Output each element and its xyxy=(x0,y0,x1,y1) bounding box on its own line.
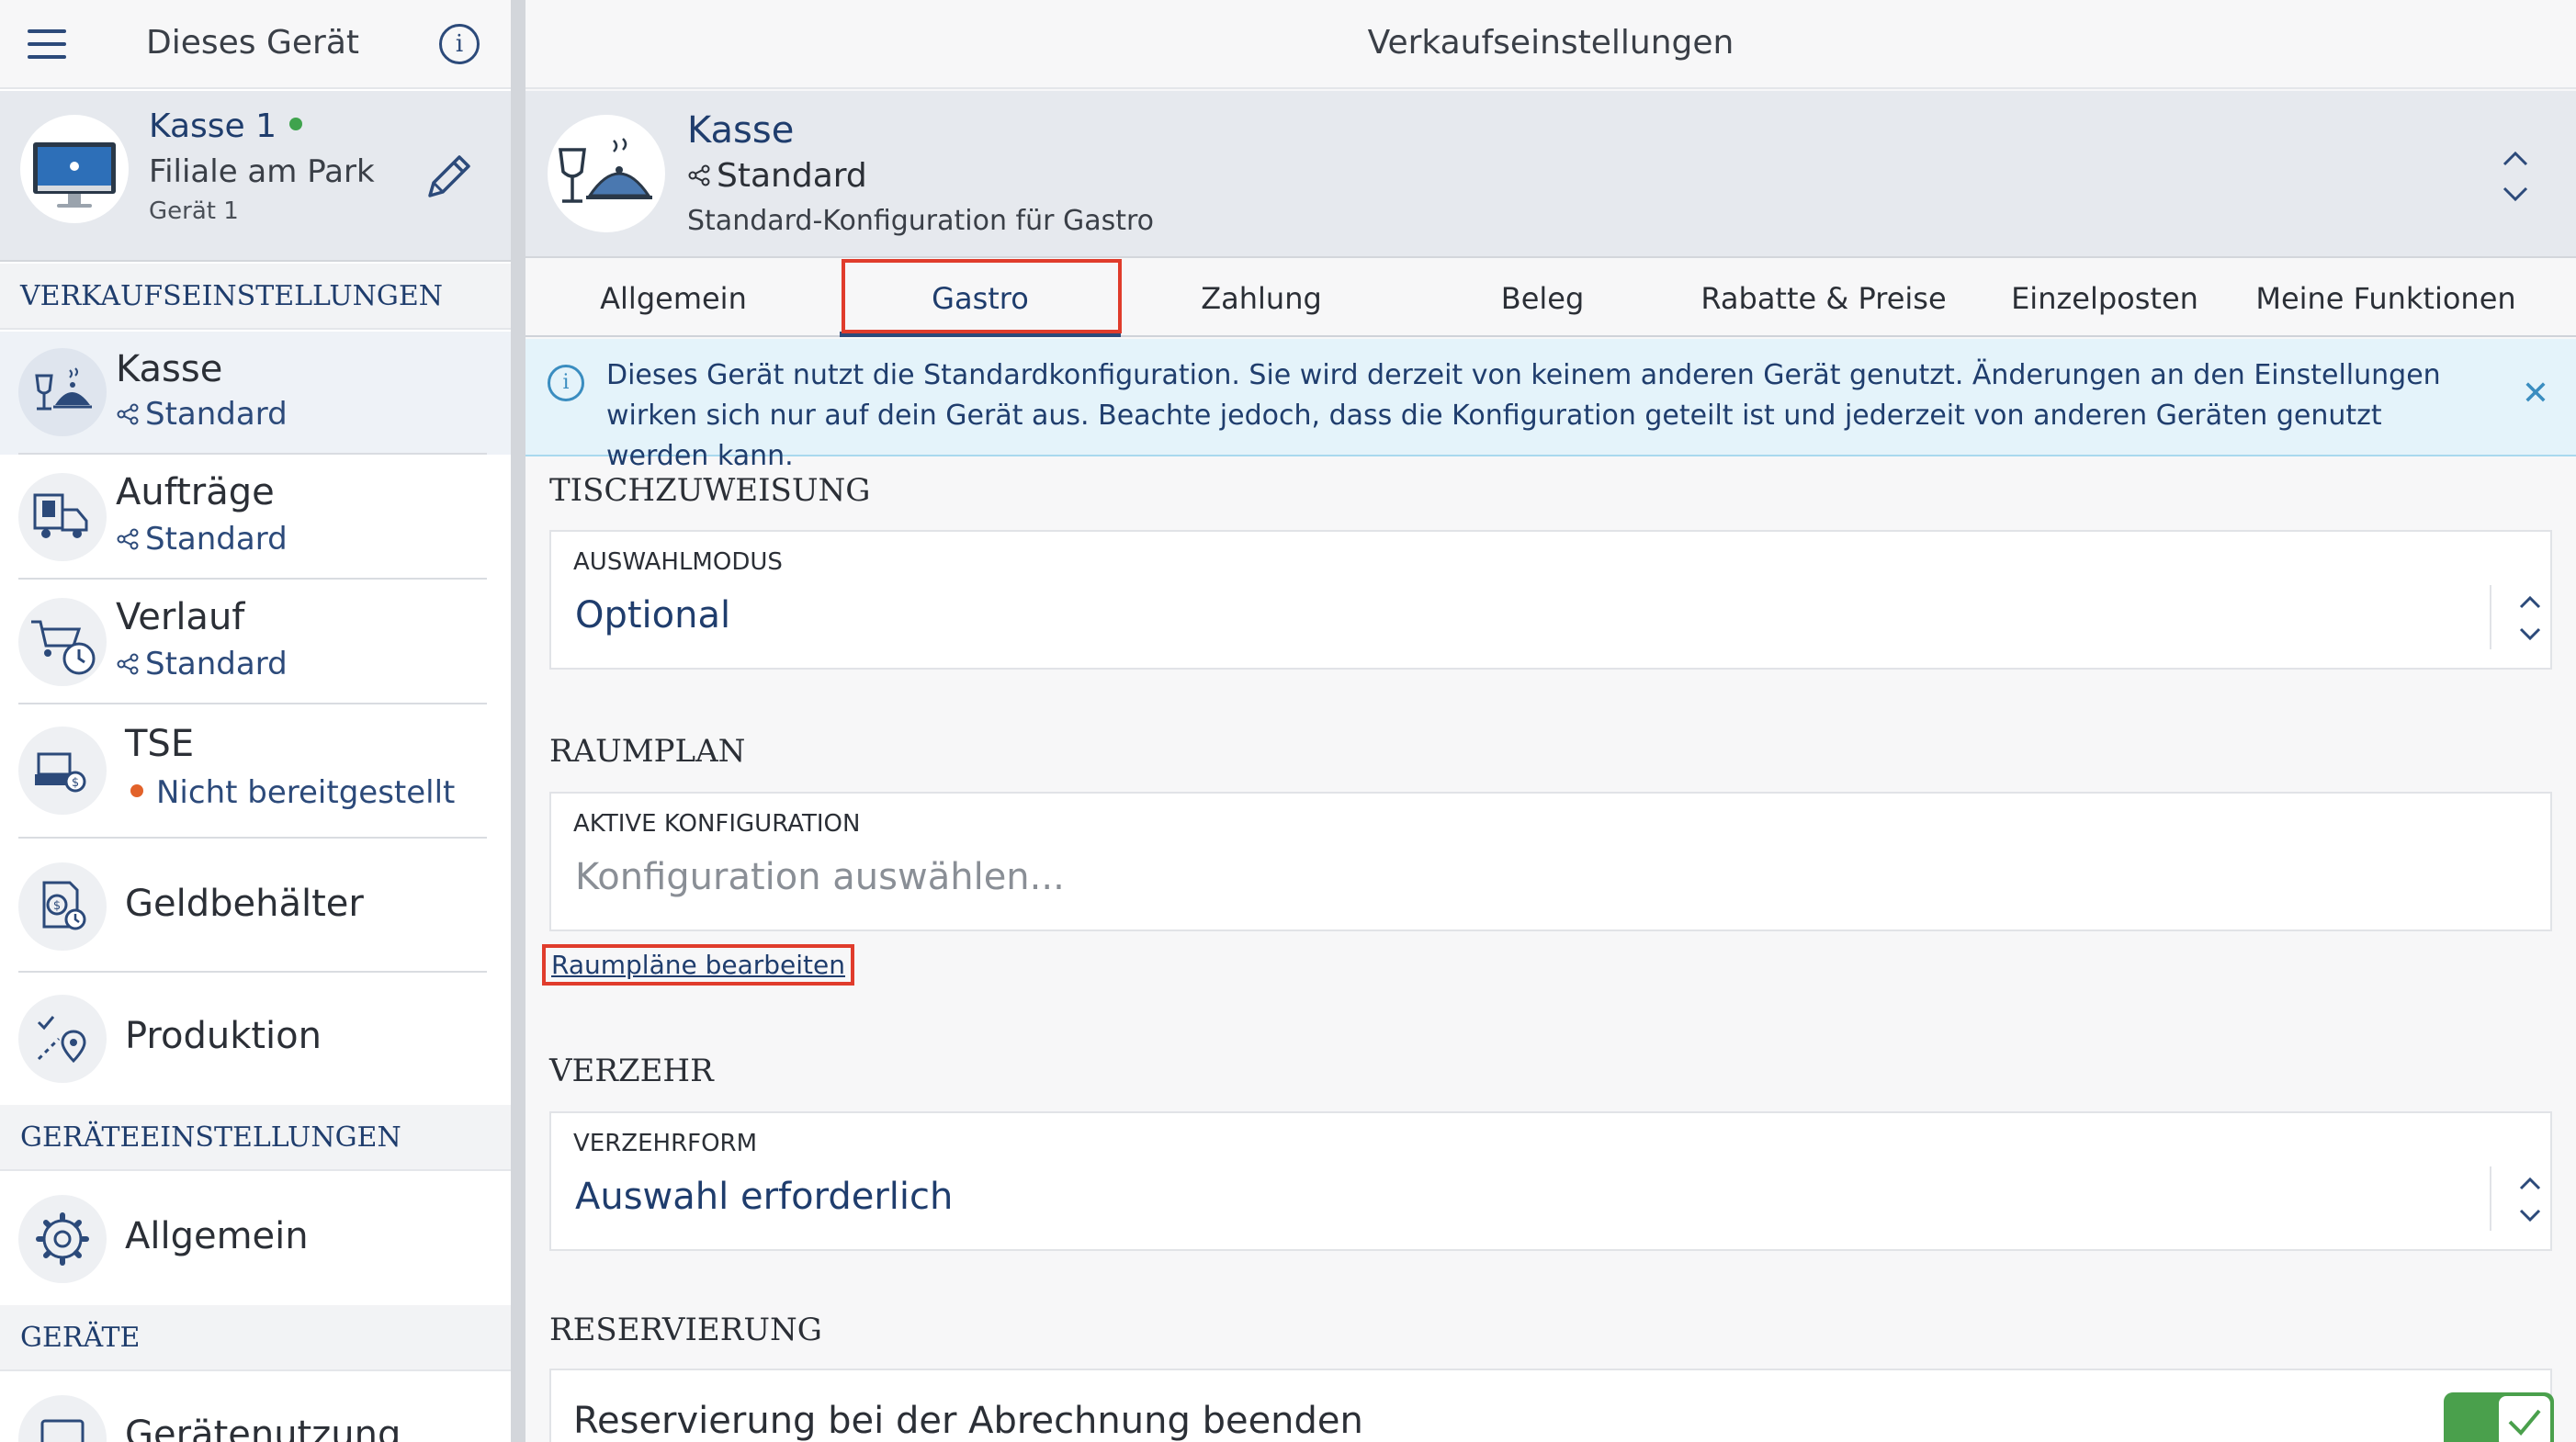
settings-tabs: Allgemein Gastro Zahlung Beleg Rabatte &… xyxy=(525,260,2576,337)
sidebar-item-geraetenutzung[interactable]: Gerätenutzung xyxy=(0,1373,511,1442)
reservation-toggle-row: Reservierung bei der Abrechnung beenden xyxy=(549,1369,2554,1442)
section-devices: GERÄTE xyxy=(0,1305,511,1371)
sidebar-item-label: Geldbehälter xyxy=(125,883,364,925)
sidebar-item-sublabel: Standard xyxy=(116,521,288,558)
info-icon[interactable]: i xyxy=(439,24,480,64)
sidebar-item-verlauf[interactable]: Verlauf Standard xyxy=(0,580,511,704)
sidebar-item-produktion[interactable]: Produktion xyxy=(0,973,511,1105)
sidebar-item-label: Verlauf xyxy=(116,596,245,638)
group-title-table: TISCHZUWEISUNG xyxy=(549,472,871,509)
group-title-floorplan: RAUMPLAN xyxy=(549,733,746,770)
warning-status-dot xyxy=(130,783,143,797)
chevron-up-down-icon xyxy=(2515,1172,2545,1227)
sidebar-item-label: Gerätenutzung xyxy=(125,1414,401,1442)
config-description: Standard-Konfiguration für Gastro xyxy=(687,205,1155,237)
field-value: Optional xyxy=(575,594,731,637)
gastro-cloche-icon xyxy=(548,115,665,232)
share-icon xyxy=(117,528,139,549)
active-configuration-select[interactable]: AKTIVE KONFIGURATION Konfiguration auswä… xyxy=(549,792,2552,931)
share-icon xyxy=(688,164,710,186)
sidebar-item-geldbehaelter[interactable]: $ Geldbehälter xyxy=(0,839,511,973)
field-label: AUSWAHLMODUS xyxy=(573,548,783,576)
device-usage-icon xyxy=(18,1395,107,1442)
sidebar-item-label: Allgemein xyxy=(125,1215,309,1257)
sidebar: Dieses Gerät i Kasse 1 Filiale am Park G… xyxy=(0,0,511,1442)
share-icon xyxy=(117,403,139,424)
sidebar-item-sublabel: Standard xyxy=(116,646,288,682)
edit-floorplans-link[interactable]: Raumpläne bearbeiten xyxy=(542,944,855,986)
tab-meine-funktionen[interactable]: Meine Funktionen xyxy=(2245,260,2526,337)
sidebar-item-label: Kasse xyxy=(116,348,223,390)
end-reservation-toggle[interactable] xyxy=(2444,1392,2554,1442)
sidebar-item-sublabel: Standard xyxy=(116,396,288,433)
desktop-computer-icon xyxy=(20,115,129,223)
device-name: Kasse 1 xyxy=(149,107,303,145)
close-icon[interactable]: ✕ xyxy=(2517,376,2554,412)
device-card[interactable]: Kasse 1 Filiale am Park Gerät 1 xyxy=(0,91,511,262)
config-header[interactable]: Kasse Standard Standard-Konfiguration fü… xyxy=(525,91,2576,258)
info-icon: i xyxy=(548,365,584,401)
main-topbar: Verkaufseinstellungen xyxy=(525,0,2576,89)
svg-text:$: $ xyxy=(53,899,61,913)
chevron-up-down-icon xyxy=(2515,591,2545,646)
main-panel: Verkaufseinstellungen Kasse Standard Sta… xyxy=(525,0,2576,1442)
sidebar-item-label: Produktion xyxy=(125,1015,322,1057)
chevron-up-down-icon[interactable] xyxy=(2497,144,2534,208)
section-sales-settings: VERKAUFSEINSTELLUNGEN xyxy=(0,264,511,330)
page-title: Verkaufseinstellungen xyxy=(1367,24,1734,62)
field-label: VERZEHRFORM xyxy=(573,1130,758,1157)
field-value: Auswahl erforderlich xyxy=(575,1176,954,1218)
info-notice: i Dieses Gerät nutzt die Standardkonfigu… xyxy=(525,339,2576,472)
group-title-reservation: RESERVIERUNG xyxy=(549,1312,822,1348)
production-route-icon xyxy=(18,995,107,1083)
device-number: Gerät 1 xyxy=(149,197,239,225)
sidebar-item-auftraege[interactable]: Aufträge Standard xyxy=(0,455,511,580)
sidebar-item-allgemein[interactable]: Allgemein xyxy=(0,1173,511,1305)
tab-beleg[interactable]: Beleg xyxy=(1402,260,1683,337)
cart-history-icon xyxy=(18,598,107,686)
edit-icon[interactable] xyxy=(417,144,481,208)
config-profile: Standard xyxy=(687,157,867,195)
gastro-cloche-icon xyxy=(18,348,107,436)
share-icon xyxy=(117,653,139,674)
sidebar-item-kasse[interactable]: Kasse Standard xyxy=(0,332,511,455)
sidebar-topbar: Dieses Gerät i xyxy=(0,0,511,89)
tab-allgemein[interactable]: Allgemein xyxy=(533,260,814,337)
delivery-truck-icon xyxy=(18,473,107,561)
sidebar-divider[interactable] xyxy=(511,0,525,1442)
group-title-consumption: VERZEHR xyxy=(549,1053,714,1089)
consumption-form-select[interactable]: VERZEHRFORM Auswahl erforderlich xyxy=(549,1111,2552,1251)
tab-rabatte-preise[interactable]: Rabatte & Preise xyxy=(1683,260,1964,337)
checkmark-icon xyxy=(2499,1396,2550,1442)
device-location: Filiale am Park xyxy=(149,153,375,190)
tab-zahlung[interactable]: Zahlung xyxy=(1121,260,1402,337)
field-label: AKTIVE KONFIGURATION xyxy=(573,810,861,838)
svg-text:$: $ xyxy=(72,776,79,790)
section-device-settings: GERÄTEEINSTELLUNGEN xyxy=(0,1105,511,1171)
sidebar-item-label: Aufträge xyxy=(116,471,275,513)
field-placeholder: Konfiguration auswählen... xyxy=(575,856,1065,898)
sidebar-item-tse[interactable]: $ TSE Nicht bereitgestellt xyxy=(0,704,511,839)
cash-drawer-icon: $ xyxy=(18,862,107,951)
menu-icon[interactable] xyxy=(28,29,66,59)
selection-mode-select[interactable]: AUSWAHLMODUS Optional xyxy=(549,530,2552,670)
toggle-label: Reservierung bei der Abrechnung beenden xyxy=(573,1400,1363,1442)
tab-einzelposten[interactable]: Einzelposten xyxy=(1964,260,2245,337)
notice-text: Dieses Gerät nutzt die Standardkonfigura… xyxy=(606,359,2441,472)
sidebar-item-label: TSE xyxy=(125,723,195,765)
tab-highlight-box xyxy=(842,259,1122,333)
config-name: Kasse xyxy=(687,109,795,152)
tse-status: Nicht bereitgestellt xyxy=(130,774,455,811)
online-status-dot xyxy=(289,118,303,130)
tse-register-icon: $ xyxy=(18,727,107,815)
sidebar-title: Dieses Gerät xyxy=(146,24,359,62)
gear-icon xyxy=(18,1195,107,1283)
